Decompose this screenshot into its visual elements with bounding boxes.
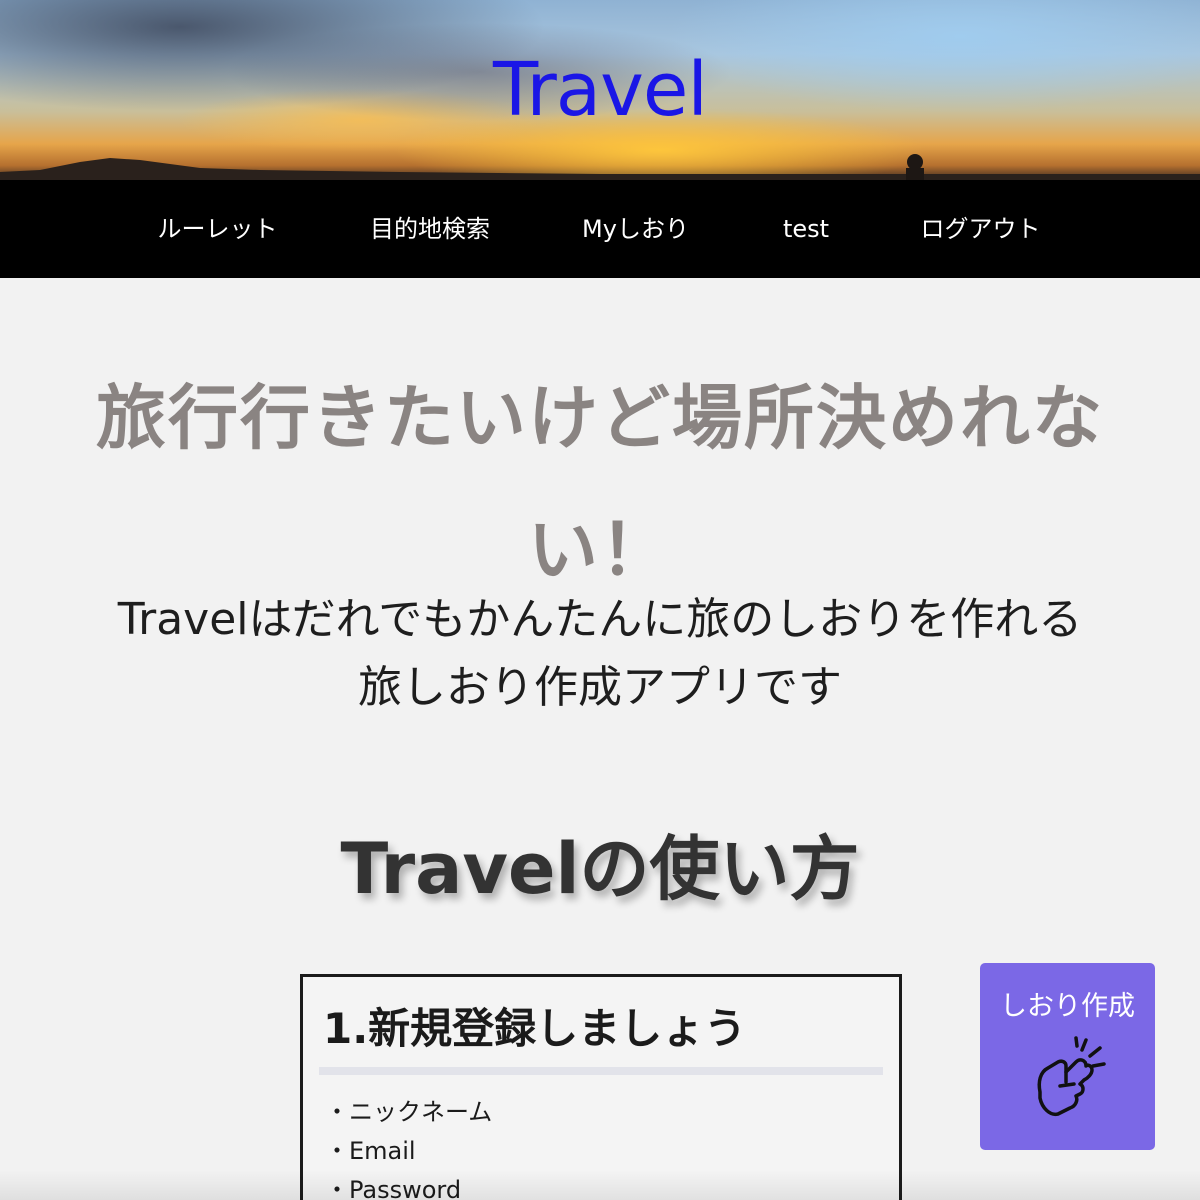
step-divider <box>319 1067 883 1075</box>
list-item: ・Password <box>325 1176 462 1200</box>
step-title: 1.新規登録しましょう <box>323 1004 747 1053</box>
nav-item-destination-search[interactable]: 目的地検索 <box>355 180 505 278</box>
create-shiori-button-label: しおり作成 <box>1000 991 1135 1022</box>
nav-item-my-shiori[interactable]: Myしおり <box>568 180 703 278</box>
silhouette-ground <box>0 154 1200 180</box>
step-field-list: ・ニックネーム ・Email ・Password <box>325 1093 492 1200</box>
finger-snap-icon <box>1037 1036 1106 1117</box>
main-nav: ルーレット 目的地検索 Myしおり test ログアウト <box>0 180 1200 278</box>
nav-item-roulette[interactable]: ルーレット <box>145 180 290 278</box>
nav-item-test[interactable]: test <box>765 180 847 278</box>
hero-banner: Travel <box>0 0 1200 180</box>
intro-text-line-2: 旅しおり作成アプリです <box>358 662 842 713</box>
site-title[interactable]: Travel <box>0 46 1200 134</box>
page-headline: 旅行行きたいけど場所決めれない！ <box>96 377 1104 591</box>
page: Travel ルーレット 目的地検索 Myしおり test ログアウト 旅行行き… <box>0 0 1200 1200</box>
nav-item-logout[interactable]: ログアウト <box>908 180 1053 278</box>
intro-text: Travelはだれでもかんたんに旅のしおりを作れる 旅しおり作成アプリです <box>60 586 1140 722</box>
list-item: ・Email <box>325 1137 416 1165</box>
intro-text-line-1: Travelはだれでもかんたんに旅のしおりを作れる <box>117 594 1083 645</box>
step-card-register: 1.新規登録しましょう ・ニックネーム ・Email ・Password <box>300 974 902 1200</box>
list-item: ・ニックネーム <box>325 1098 493 1126</box>
howto-section-title: Travelの使い方 <box>340 828 860 910</box>
